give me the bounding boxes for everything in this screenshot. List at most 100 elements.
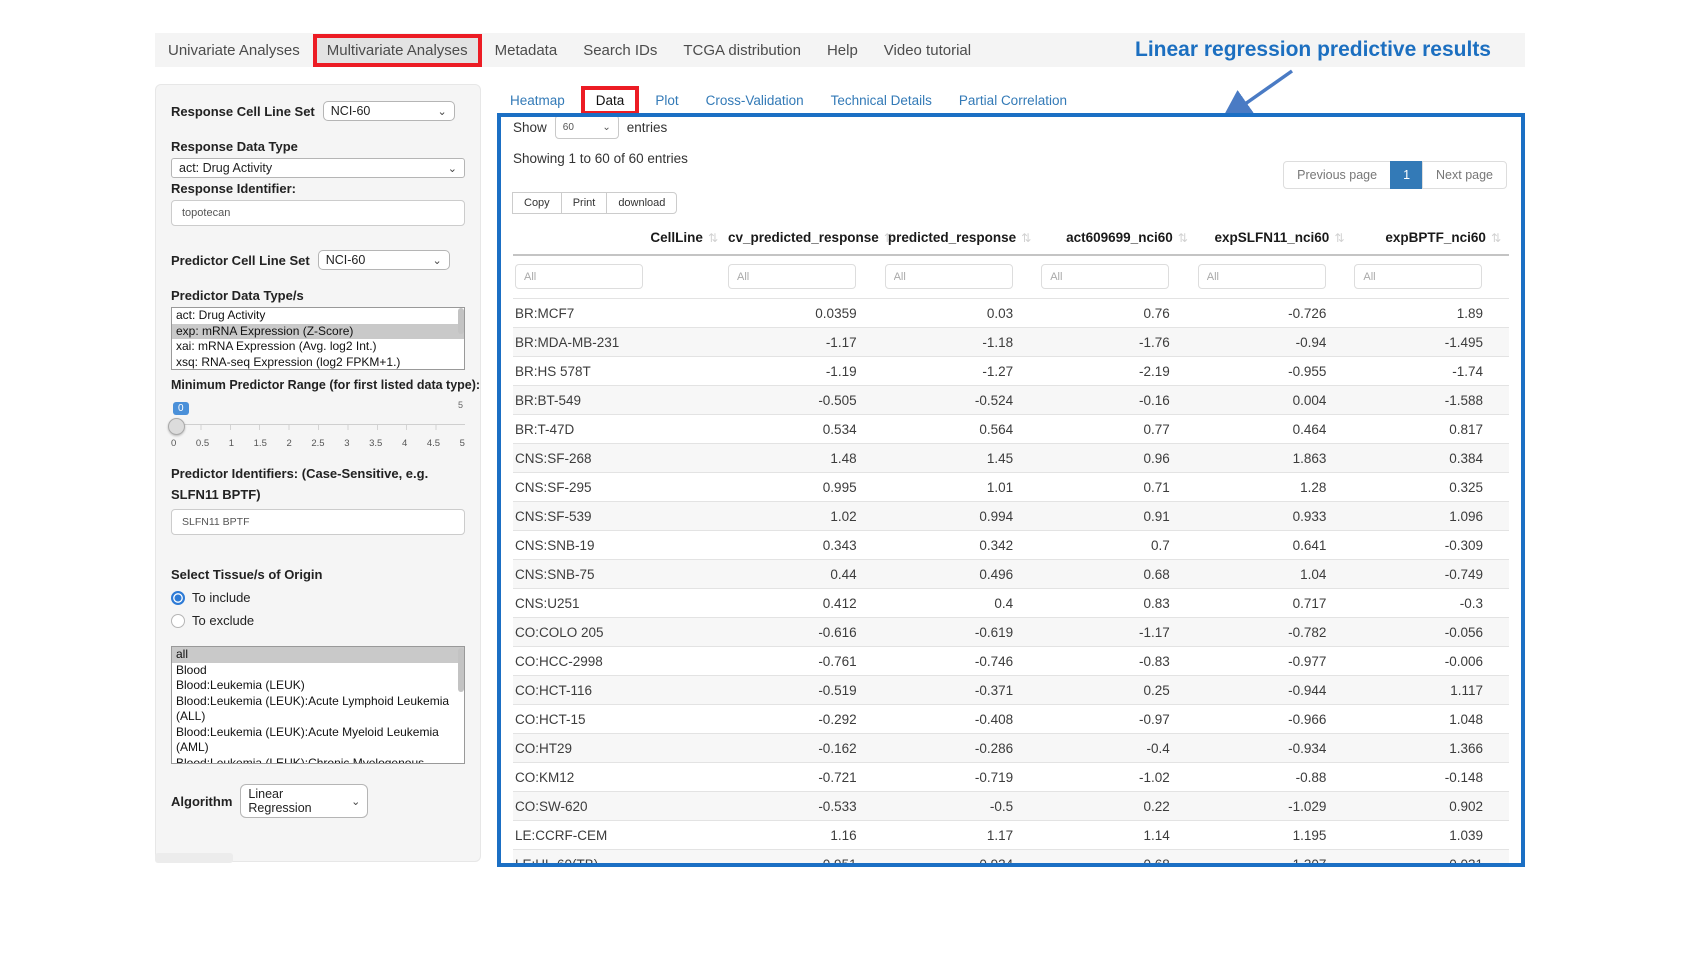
predictor-cell-line-set-label: Predictor Cell Line Set (171, 253, 310, 268)
tab[interactable]: Partial Correlation (959, 93, 1067, 108)
act609699-cell: 0.71 (1039, 473, 1196, 502)
entries-per-page-select[interactable]: 60 ⌄ (555, 115, 619, 139)
act609699-cell: 0.96 (1039, 444, 1196, 473)
slider-track[interactable] (171, 424, 465, 430)
column-filter-input[interactable] (1354, 264, 1482, 289)
sort-icon[interactable]: ⇅ (1021, 231, 1031, 245)
tab[interactable]: Plot (655, 93, 678, 108)
predictor-data-types-listbox[interactable]: act: Drug Activity exp: mRNA Expression … (171, 307, 465, 370)
previous-page-button[interactable]: Previous page (1283, 161, 1391, 189)
sort-icon[interactable]: ⇅ (1178, 231, 1188, 245)
slider-handle[interactable] (168, 418, 185, 435)
listbox-option[interactable]: all (172, 647, 464, 663)
predicted-response-cell: -1.18 (883, 328, 1040, 357)
response-cell-line-set-select[interactable]: NCI-60 ⌄ (323, 101, 455, 121)
predicted-response-cell: 1.17 (883, 821, 1040, 850)
table-row: CO:COLO 205 -0.616 -0.619 -1.17 -0.782 -… (513, 618, 1509, 647)
cell-line-cell: CO:COLO 205 (513, 618, 726, 647)
column-header[interactable]: act609699_nci60 ⇅ (1039, 224, 1196, 255)
column-filter-input[interactable] (885, 264, 1013, 289)
tab[interactable]: Cross-Validation (706, 93, 804, 108)
nav-item[interactable]: Multivariate Analyses (313, 34, 482, 67)
expslfn11-cell: -0.966 (1196, 705, 1353, 734)
scrollbar-thumb[interactable] (458, 308, 464, 334)
cell-line-cell: BR:MDA-MB-231 (513, 328, 726, 357)
cell-line-cell: CO:SW-620 (513, 792, 726, 821)
column-filter-input[interactable] (1041, 264, 1169, 289)
response-identifier-input[interactable] (171, 200, 465, 226)
nav-item[interactable]: Video tutorial (871, 36, 984, 65)
predicted-response-cell: -1.27 (883, 357, 1040, 386)
predictor-cell-line-set-select[interactable]: NCI-60 ⌄ (318, 250, 450, 270)
column-header[interactable]: CellLine ⇅ (513, 224, 726, 255)
table-row: CNS:SF-295 0.995 1.01 0.71 1.28 0.325 (513, 473, 1509, 502)
listbox-option[interactable]: Blood:Leukemia (LEUK) (172, 678, 464, 694)
listbox-option[interactable]: exp: mRNA Expression (Z-Score) (172, 324, 464, 340)
query-sidebar: Response Cell Line Set NCI-60 ⌄ Response… (155, 84, 481, 862)
predicted-response-cell: -0.408 (883, 705, 1040, 734)
listbox-option[interactable]: Blood:Leukemia (LEUK):Acute Myeloid Leuk… (172, 725, 464, 756)
column-header[interactable]: cv_predicted_response ⇅ (726, 224, 883, 255)
column-header-label: CellLine (650, 230, 703, 245)
expslfn11-cell: 1.28 (1196, 473, 1353, 502)
column-header[interactable]: predicted_response ⇅ (883, 224, 1040, 255)
column-header[interactable]: expSLFN11_nci60 ⇅ (1196, 224, 1353, 255)
predicted-response-cell: -0.619 (883, 618, 1040, 647)
cv-predicted-response-cell: 1.16 (726, 821, 883, 850)
act609699-cell: -1.17 (1039, 618, 1196, 647)
listbox-option[interactable]: Blood:Leukemia (LEUK):Chronic Myelogenou… (172, 756, 464, 765)
listbox-option[interactable]: Blood (172, 663, 464, 679)
next-page-button[interactable]: Next page (1422, 161, 1507, 189)
sort-icon[interactable]: ⇅ (1491, 231, 1501, 245)
table-row: CO:HT29 -0.162 -0.286 -0.4 -0.934 1.366 (513, 734, 1509, 763)
tissue-listbox[interactable]: all Blood Blood:Leukemia (LEUK) Blood:Le… (171, 646, 465, 764)
listbox-option[interactable]: xai: mRNA Expression (Avg. log2 Int.) (172, 339, 464, 355)
show-entries-suffix: entries (627, 120, 668, 135)
algorithm-select[interactable]: Linear Regression ⌄ (240, 784, 368, 818)
sort-icon[interactable]: ⇅ (1334, 231, 1344, 245)
cell-line-cell: CNS:SNB-75 (513, 560, 726, 589)
nav-item[interactable]: Metadata (482, 36, 571, 65)
response-identifier-label: Response Identifier: (171, 181, 465, 196)
nav-item[interactable]: Search IDs (570, 36, 670, 65)
current-page-button[interactable]: 1 (1390, 161, 1423, 189)
cv-predicted-response-cell: 0.412 (726, 589, 883, 618)
column-filter-input[interactable] (728, 264, 856, 289)
column-filter-cell (1352, 255, 1509, 299)
expslfn11-cell: 1.863 (1196, 444, 1353, 473)
expslfn11-cell: 0.464 (1196, 415, 1353, 444)
sort-icon[interactable]: ⇅ (708, 231, 718, 245)
radio-option[interactable]: To include (171, 590, 465, 605)
export-button[interactable]: Print (561, 192, 608, 214)
tab[interactable]: Technical Details (831, 93, 932, 108)
predictor-identifiers-input[interactable] (171, 509, 465, 535)
predicted-response-cell: -0.5 (883, 792, 1040, 821)
expslfn11-cell: 1.307 (1196, 850, 1353, 868)
predicted-response-cell: 1.45 (883, 444, 1040, 473)
predicted-response-cell: 0.03 (883, 299, 1040, 328)
column-header[interactable]: expBPTF_nci60 ⇅ (1352, 224, 1509, 255)
listbox-option[interactable]: Blood:Leukemia (LEUK):Acute Lymphoid Leu… (172, 694, 464, 725)
nav-item[interactable]: Univariate Analyses (155, 36, 313, 65)
expslfn11-cell: -0.726 (1196, 299, 1353, 328)
column-filter-input[interactable] (1198, 264, 1326, 289)
nav-item[interactable]: Help (814, 36, 871, 65)
listbox-option[interactable]: act: Drug Activity (172, 308, 464, 324)
column-filter-input[interactable] (515, 264, 643, 289)
slider-ticks: 0 0.5 1 1.5 2 2.5 3 3.5 4 4.5 5 (171, 438, 465, 449)
export-button[interactable]: download (606, 192, 677, 214)
listbox-option[interactable]: xsq: RNA-seq Expression (log2 FPKM+1.) (172, 355, 464, 371)
cell-line-cell: BR:HS 578T (513, 357, 726, 386)
scrollbar-thumb[interactable] (458, 648, 464, 692)
expbptf-cell: -1.74 (1352, 357, 1509, 386)
expslfn11-cell: -0.977 (1196, 647, 1353, 676)
export-button[interactable]: Copy (512, 192, 562, 214)
response-data-type-select[interactable]: act: Drug Activity ⌄ (171, 158, 465, 178)
expbptf-cell: -0.309 (1352, 531, 1509, 560)
tab[interactable]: Data (581, 86, 640, 115)
clipped-element (155, 853, 233, 863)
nav-item[interactable]: TCGA distribution (670, 36, 814, 65)
radio-option[interactable]: To exclude (171, 613, 465, 628)
tab[interactable]: Heatmap (510, 93, 565, 108)
tick-label: 3 (344, 438, 349, 449)
